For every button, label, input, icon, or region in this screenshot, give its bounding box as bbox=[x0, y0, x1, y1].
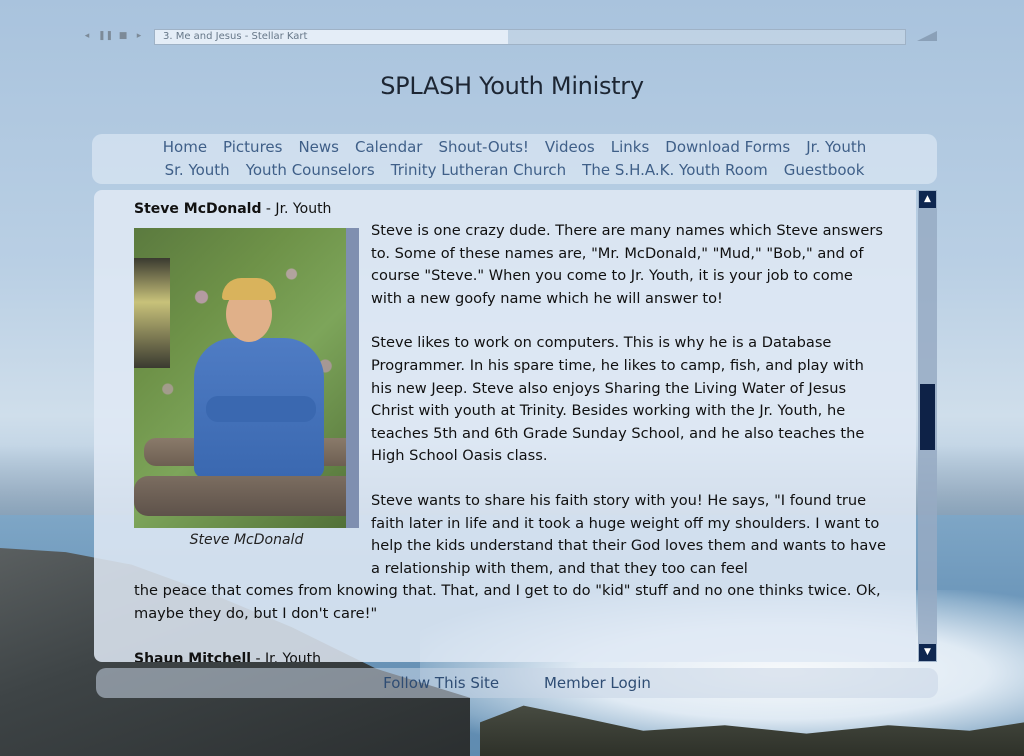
next-person-name: Shaun Mitchell bbox=[134, 651, 252, 662]
nav-link-the-s-h-a-k-youth-room[interactable]: The S.H.A.K. Youth Room bbox=[582, 159, 768, 182]
photo-post bbox=[346, 228, 359, 528]
footer-bar: Follow This Site Member Login bbox=[96, 668, 938, 698]
nav-link-home[interactable]: Home bbox=[163, 136, 207, 159]
nav-link-news[interactable]: News bbox=[298, 136, 339, 159]
photo-rail-lower bbox=[134, 476, 359, 516]
nav-link-jr-youth[interactable]: Jr. Youth bbox=[806, 136, 866, 159]
stop-icon[interactable]: ■ bbox=[118, 31, 128, 42]
nav-row-2: Sr. Youth Youth Counselors Trinity Luthera… bbox=[92, 159, 937, 182]
bio-paragraph-2: Steve likes to work on computers. This i… bbox=[371, 334, 865, 465]
main-navigation: Home Pictures News Calendar Shout-Outs! Video… bbox=[92, 134, 937, 184]
next-person-heading: Shaun Mitchell - Jr. Youth bbox=[134, 651, 321, 662]
nav-link-download-forms[interactable]: Download Forms bbox=[665, 136, 790, 159]
bio-paragraph-1: Steve is one crazy dude. There are many … bbox=[371, 222, 883, 307]
volume-icon[interactable]: ◂ bbox=[82, 31, 92, 42]
bio-paragraph-3: Steve wants to share his faith story wit… bbox=[371, 491, 886, 577]
content-panel: Steve McDonald - Jr. Youth Steve McDonal… bbox=[94, 190, 916, 662]
scroll-thumb[interactable] bbox=[920, 384, 935, 450]
nav-link-videos[interactable]: Videos bbox=[545, 136, 595, 159]
track-title: 3. Me and Jesus - Stellar Kart bbox=[163, 31, 308, 42]
pause-icon[interactable]: ❚❚ bbox=[98, 31, 113, 42]
photo-caption: Steve McDonald bbox=[189, 532, 304, 548]
track-progress-bar[interactable]: 3. Me and Jesus - Stellar Kart bbox=[154, 29, 906, 45]
next-person-group: - Jr. Youth bbox=[251, 651, 322, 662]
scroll-down-arrow-icon[interactable]: ▼ bbox=[919, 644, 936, 661]
person-bio: Steve is one crazy dude. There are many … bbox=[134, 220, 886, 648]
photo-person-arms bbox=[206, 396, 316, 422]
nav-link-guestbook[interactable]: Guestbook bbox=[784, 159, 865, 182]
photo-lamp bbox=[134, 258, 170, 368]
nav-row-1: Home Pictures News Calendar Shout-Outs! Video… bbox=[92, 136, 937, 159]
next-icon[interactable]: ▸ bbox=[134, 31, 144, 42]
nav-link-pictures[interactable]: Pictures bbox=[223, 136, 282, 159]
nav-link-sr-youth[interactable]: Sr. Youth bbox=[165, 159, 230, 182]
scroll-up-arrow-icon[interactable]: ▲ bbox=[919, 191, 936, 208]
person-name: Steve McDonald bbox=[134, 201, 262, 217]
person-group: - Jr. Youth bbox=[261, 201, 332, 217]
follow-site-link[interactable]: Follow This Site bbox=[383, 668, 499, 698]
site-title: SPLASH Youth Ministry bbox=[380, 72, 644, 100]
nav-link-shout-outs[interactable]: Shout-Outs! bbox=[438, 136, 528, 159]
nav-link-trinity-lutheran-church[interactable]: Trinity Lutheran Church bbox=[391, 159, 566, 182]
person-photo bbox=[134, 228, 359, 528]
nav-link-links[interactable]: Links bbox=[611, 136, 650, 159]
member-login-link[interactable]: Member Login bbox=[544, 668, 651, 698]
photo-person-cap bbox=[222, 278, 276, 300]
nav-link-calendar[interactable]: Calendar bbox=[355, 136, 422, 159]
person-heading: Steve McDonald - Jr. Youth bbox=[134, 201, 331, 217]
content-scrollbar[interactable]: ▲ ▼ bbox=[918, 190, 937, 662]
nav-link-youth-counselors[interactable]: Youth Counselors bbox=[246, 159, 375, 182]
music-player: ◂ ❚❚ ■ ▸ 3. Me and Jesus - Stellar Kart bbox=[82, 29, 942, 45]
volume-level-icon[interactable] bbox=[917, 31, 937, 41]
bio-paragraph-3-continued: the peace that comes from knowing that. … bbox=[134, 582, 881, 622]
